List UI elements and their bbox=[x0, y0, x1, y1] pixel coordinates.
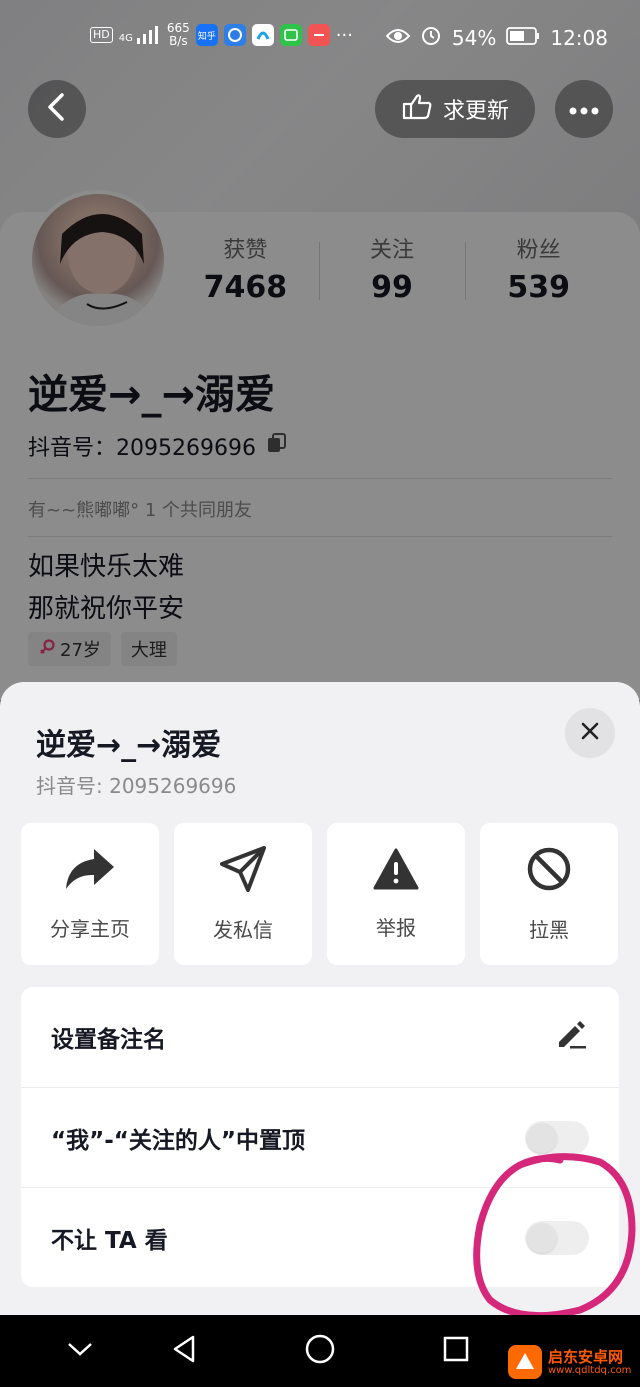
profile-action-sheet: 逆爱→_→溺爱 抖音号: 2095269696 分享主页 发私信 举报 拉黑 设… bbox=[0, 682, 640, 1315]
app-icon bbox=[251, 24, 274, 46]
request-update-button[interactable]: 求更新 bbox=[375, 80, 535, 138]
row-label: “我”-“关注的人”中置顶 bbox=[51, 1127, 306, 1154]
action-label: 分享主页 bbox=[50, 916, 130, 941]
chevron-left-icon bbox=[45, 92, 69, 126]
modal-overlay[interactable] bbox=[0, 0, 640, 700]
sheet-douyin-id: 抖音号: 2095269696 bbox=[36, 774, 237, 798]
nav-back-button[interactable] bbox=[164, 1331, 204, 1371]
row-label: 设置备注名 bbox=[51, 1027, 166, 1053]
pencil-icon bbox=[555, 1020, 589, 1054]
watermark-logo-icon bbox=[508, 1345, 542, 1379]
battery-icon bbox=[506, 26, 540, 50]
iqiyi-app-icon bbox=[279, 24, 302, 46]
send-icon bbox=[220, 845, 266, 896]
clock-time: 12:08 bbox=[550, 25, 608, 50]
watermark-url: www.qdltdq.com bbox=[548, 1364, 632, 1376]
nav-recents-button[interactable] bbox=[436, 1331, 476, 1371]
request-update-label: 求更新 bbox=[442, 99, 509, 124]
watermark-title: 启东安卓网 bbox=[548, 1347, 624, 1366]
action-label: 拉黑 bbox=[529, 917, 569, 942]
pointing-hand-icon bbox=[401, 92, 433, 126]
triangle-back-icon bbox=[171, 1334, 197, 1368]
row-label: 不让 TA 看 bbox=[51, 1227, 168, 1254]
close-button[interactable] bbox=[565, 708, 615, 758]
send-message-button[interactable]: 发私信 bbox=[174, 823, 312, 965]
block-icon bbox=[526, 846, 572, 896]
share-profile-button[interactable]: 分享主页 bbox=[21, 823, 159, 965]
hide-from-user-row: 不让 TA 看 bbox=[21, 1187, 619, 1287]
status-left: HD 4G 665 B/s 知乎 ··· bbox=[90, 22, 353, 48]
battery-percent: 54% bbox=[451, 25, 497, 50]
circle-home-icon bbox=[304, 1333, 336, 1369]
network-speed: 665 B/s bbox=[167, 22, 190, 48]
more-notifications: ··· bbox=[335, 24, 353, 46]
share-icon bbox=[64, 847, 116, 895]
speed-unit: B/s bbox=[169, 34, 188, 48]
browser-app-icon bbox=[223, 24, 246, 46]
alarm-icon bbox=[420, 24, 442, 51]
status-right: 54% 12:08 bbox=[385, 24, 608, 51]
pin-in-following-row: “我”-“关注的人”中置顶 bbox=[21, 1087, 619, 1187]
eye-icon bbox=[385, 26, 411, 50]
more-options-button[interactable] bbox=[555, 80, 613, 138]
back-button[interactable] bbox=[28, 80, 86, 138]
more-dots-icon bbox=[569, 100, 599, 119]
hide-toggle[interactable] bbox=[525, 1220, 589, 1255]
close-icon bbox=[580, 721, 600, 745]
nav-collapse-button[interactable] bbox=[60, 1331, 100, 1371]
warning-icon bbox=[373, 848, 419, 894]
network-type: 4G bbox=[118, 33, 133, 44]
chevron-down-icon bbox=[67, 1341, 93, 1361]
settings-list: 设置备注名 “我”-“关注的人”中置顶 不让 TA 看 bbox=[21, 987, 619, 1287]
pin-toggle[interactable] bbox=[525, 1120, 589, 1155]
action-label: 发私信 bbox=[213, 917, 273, 942]
signal-icon: 4G bbox=[119, 26, 161, 44]
report-button[interactable]: 举报 bbox=[327, 823, 465, 965]
hd-badge: HD bbox=[90, 27, 113, 43]
status-bar: HD 4G 665 B/s 知乎 ··· 54% 12:08 bbox=[0, 0, 640, 74]
nav-home-button[interactable] bbox=[300, 1331, 340, 1371]
site-watermark: 启东安卓网 www.qdltdq.com bbox=[508, 1345, 631, 1379]
sheet-title: 逆爱→_→溺爱 bbox=[36, 728, 222, 763]
action-grid: 分享主页 发私信 举报 拉黑 bbox=[21, 823, 619, 965]
square-recents-icon bbox=[442, 1335, 470, 1367]
zhihu-app-icon: 知乎 bbox=[195, 24, 218, 46]
app-icon bbox=[307, 24, 330, 46]
watermark-text: 启东安卓网 www.qdltdq.com bbox=[548, 1349, 631, 1376]
set-remark-name-row[interactable]: 设置备注名 bbox=[21, 987, 619, 1087]
profile-page: 获赞 7468 关注 99 粉丝 539 逆爱→_→溺爱 抖音号：2095269… bbox=[0, 0, 640, 700]
action-label: 举报 bbox=[376, 915, 416, 940]
block-button[interactable]: 拉黑 bbox=[480, 823, 618, 965]
